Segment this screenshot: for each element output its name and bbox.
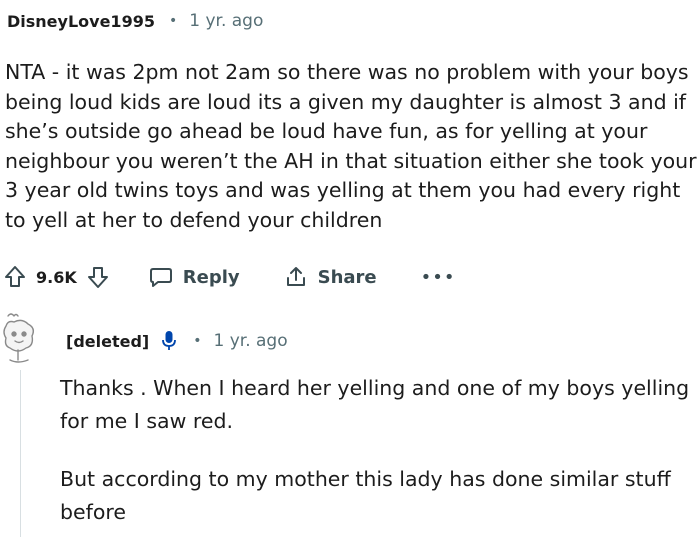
comment-age[interactable]: 1 yr. ago	[189, 11, 263, 31]
reply-paragraph: But according to my mother this lady has…	[60, 467, 671, 524]
reply-body: Thanks . When I heard her yelling and on…	[60, 372, 696, 554]
avatar[interactable]	[0, 310, 40, 366]
microphone-icon	[161, 330, 177, 352]
comment-action-bar: 9.6K Reply Share •••	[0, 259, 455, 295]
reply-label: Reply	[182, 266, 240, 288]
speech-bubble-icon	[149, 268, 172, 287]
thread-line[interactable]	[20, 370, 21, 537]
reply-username: [deleted]	[66, 331, 150, 351]
share-button[interactable]: Share	[284, 265, 377, 289]
meta-separator: •	[168, 13, 178, 29]
comment-meta: DisneyLove1995 • 1 yr. ago	[7, 9, 263, 33]
upvote-button[interactable]	[0, 262, 30, 292]
downvote-arrow-icon	[87, 267, 108, 288]
more-options-button[interactable]: •••	[421, 267, 456, 288]
reply-button[interactable]: Reply	[149, 265, 240, 289]
reply-age[interactable]: 1 yr. ago	[213, 331, 287, 351]
downvote-button[interactable]	[83, 262, 113, 292]
share-icon	[286, 267, 305, 286]
reply-paragraph: Thanks . When I heard her yelling and on…	[60, 376, 690, 433]
meta-separator: •	[193, 333, 202, 349]
share-label: Share	[317, 266, 377, 288]
comment-body: NTA - it was 2pm not 2am so there was no…	[5, 60, 697, 232]
comment-username[interactable]: DisneyLove1995	[7, 12, 155, 31]
upvote-arrow-icon	[5, 266, 25, 287]
reply-meta: [deleted] • 1 yr. ago	[66, 328, 288, 354]
vote-score: 9.6K	[36, 267, 77, 287]
